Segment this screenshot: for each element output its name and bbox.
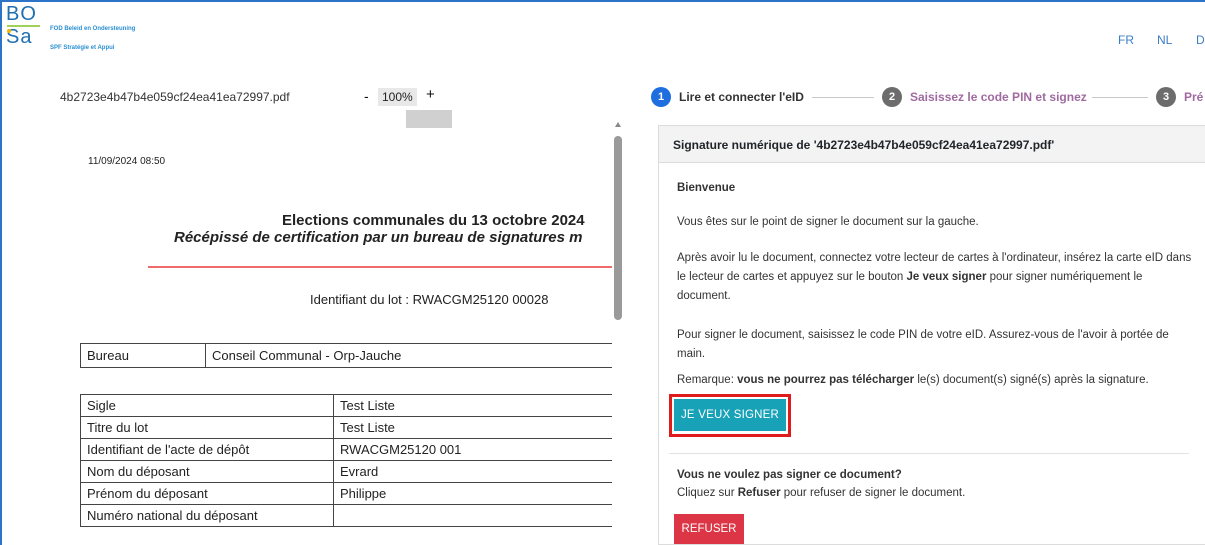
doc-divider bbox=[148, 266, 612, 268]
step-label: Lire et connecter l'eID bbox=[679, 90, 804, 104]
step-pin-sign: 2 Saisissez le code PIN et signez bbox=[882, 86, 1087, 108]
table-cell: Evrard bbox=[333, 460, 612, 483]
doc-title: Elections communales du 13 octobre 2024 bbox=[282, 212, 585, 229]
table-row: Bureau Conseil Communal - Orp-Jauche bbox=[80, 343, 612, 368]
signature-card: Signature numérique de '4b2723e4b47b4e05… bbox=[658, 125, 1205, 545]
doc-datetime: 11/09/2024 08:50 bbox=[88, 156, 166, 167]
table-row: Sigle Test Liste bbox=[80, 394, 612, 417]
table-cell: Test Liste bbox=[333, 416, 612, 439]
decline-text: Cliquez sur Refuser pour refuser de sign… bbox=[677, 487, 966, 499]
pdf-viewer-toolbar: 4b2723e4b47b4e059cf24ea41ea72997.pdf - 1… bbox=[60, 86, 620, 110]
table-cell: Identifiant de l'acte de dépôt bbox=[80, 438, 334, 461]
step-ready: 3 Pré bbox=[1156, 86, 1203, 108]
table-row: Prénom du déposant Philippe bbox=[80, 482, 612, 505]
pin-text: Pour signer le document, saisissez le co… bbox=[677, 329, 1169, 360]
card-title: Signature numérique de '4b2723e4b47b4e05… bbox=[659, 126, 1205, 163]
step-label: Saisissez le code PIN et signez bbox=[910, 90, 1087, 104]
logo-dot bbox=[7, 29, 11, 33]
zoom-dropdown-handle[interactable] bbox=[406, 110, 452, 128]
table-cell bbox=[333, 504, 612, 527]
table-cell: Philippe bbox=[333, 482, 612, 505]
zoom-in-button[interactable]: + bbox=[426, 86, 435, 103]
table-cell: Prénom du déposant bbox=[80, 482, 334, 505]
table-cell: Nom du déposant bbox=[80, 460, 334, 483]
divider bbox=[669, 453, 1189, 454]
lang-nl-link[interactable]: NL bbox=[1157, 33, 1172, 47]
table-cell: RWACGM25120 001 bbox=[333, 438, 612, 461]
logo-line1: BO bbox=[6, 3, 37, 25]
table-row: Titre du lot Test Liste bbox=[80, 416, 612, 439]
table-cell: Titre du lot bbox=[80, 416, 334, 439]
doc-lot-id: Identifiant du lot : RWACGM25120 00028 bbox=[310, 292, 549, 307]
details-table: Sigle Test Liste Titre du lot Test Liste… bbox=[80, 394, 612, 527]
sign-button[interactable]: JE VEUX SIGNER bbox=[674, 399, 786, 431]
table-row: Nom du déposant Evrard bbox=[80, 460, 612, 483]
table-cell: Sigle bbox=[80, 394, 334, 417]
intro-text: Vous êtes sur le point de signer le docu… bbox=[677, 216, 979, 228]
zoom-out-button[interactable]: - bbox=[364, 88, 369, 104]
scroll-up-arrow-icon[interactable] bbox=[615, 122, 621, 127]
table-cell: Numéro national du déposant bbox=[80, 504, 334, 527]
table-cell: Test Liste bbox=[333, 394, 612, 417]
step-connector bbox=[1092, 97, 1148, 98]
step-number: 3 bbox=[1156, 87, 1176, 107]
bureau-table: Bureau Conseil Communal - Orp-Jauche bbox=[80, 343, 612, 368]
lang-fr-link[interactable]: FR bbox=[1118, 33, 1134, 47]
step-connector bbox=[812, 97, 874, 98]
doc-subtitle: Récépissé de certification par un bureau… bbox=[174, 229, 583, 246]
zoom-level[interactable]: 100% bbox=[378, 88, 417, 106]
step-read-connect: 1 Lire et connecter l'eID bbox=[651, 86, 804, 108]
pdf-document-page: 11/09/2024 08:50 Elections communales du… bbox=[60, 128, 612, 545]
decline-heading: Vous ne voulez pas signer ce document? bbox=[677, 469, 902, 481]
refuse-button[interactable]: REFUSER bbox=[674, 514, 744, 544]
remark-text: Remarque: vous ne pourrez pas télécharge… bbox=[677, 374, 1149, 386]
instructions-text: Après avoir lu le document, connectez vo… bbox=[677, 252, 1192, 302]
pdf-scrollbar[interactable] bbox=[612, 122, 624, 545]
logo-line2: Sa bbox=[6, 26, 33, 48]
table-row: Numéro national du déposant bbox=[80, 504, 612, 527]
step-label: Pré bbox=[1184, 90, 1204, 104]
lang-de-link[interactable]: D bbox=[1196, 33, 1205, 47]
table-cell: Conseil Communal - Orp-Jauche bbox=[205, 343, 612, 368]
scroll-thumb[interactable] bbox=[614, 136, 622, 320]
pdf-filename: 4b2723e4b47b4e059cf24ea41ea72997.pdf bbox=[60, 90, 290, 104]
step-number: 1 bbox=[651, 87, 671, 107]
welcome-heading: Bienvenue bbox=[677, 182, 736, 194]
org-name-fr: SPF Stratégie et Appui bbox=[50, 45, 115, 51]
table-cell: Bureau bbox=[80, 343, 206, 368]
step-number: 2 bbox=[882, 87, 902, 107]
org-name-nl: FOD Beleid en Ondersteuning bbox=[50, 26, 136, 32]
bosa-logo: BO Sa bbox=[6, 3, 46, 59]
table-row: Identifiant de l'acte de dépôt RWACGM251… bbox=[80, 438, 612, 461]
